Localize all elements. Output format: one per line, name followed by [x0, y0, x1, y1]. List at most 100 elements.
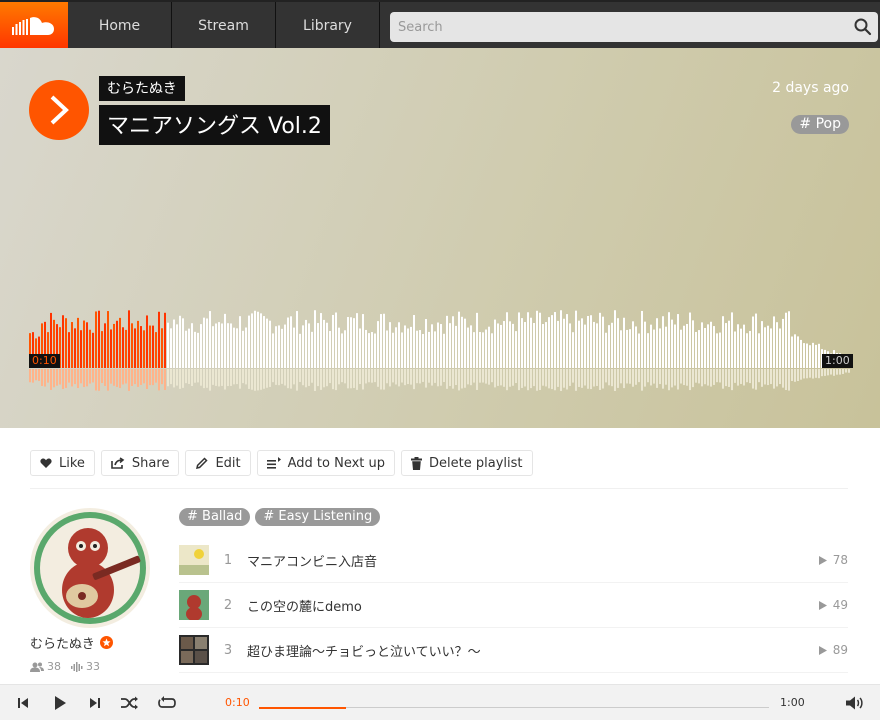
waveform-bar	[521, 318, 523, 368]
soundcloud-logo[interactable]	[0, 2, 68, 50]
previous-button[interactable]	[13, 693, 33, 713]
waveform-bar	[626, 329, 628, 368]
waveform-bar	[791, 336, 793, 368]
waveform-bar	[140, 326, 142, 368]
nav-home[interactable]: Home	[68, 2, 172, 50]
genre-tag[interactable]: # Pop	[791, 115, 849, 134]
waveform-bar	[185, 330, 187, 368]
waveform-bar	[89, 329, 91, 368]
waveform-reflection-bar	[341, 369, 343, 383]
waveform-bar	[668, 312, 670, 368]
waveform-bar	[329, 330, 331, 368]
waveform-bar	[524, 322, 526, 368]
nav-library[interactable]: Library	[276, 2, 380, 50]
shuffle-button[interactable]	[120, 693, 140, 713]
nav-stream[interactable]: Stream	[172, 2, 276, 50]
waveform-reflection-bar	[257, 369, 259, 391]
waveform-bar	[344, 330, 346, 368]
waveform-reflection-bar	[776, 369, 778, 387]
user-avatar[interactable]	[30, 508, 150, 628]
waveform-bar	[641, 310, 643, 368]
repeat-icon	[158, 696, 176, 708]
share-label: Share	[131, 455, 170, 471]
waveform-reflection-bar	[725, 369, 727, 387]
tracks-count[interactable]: 33	[71, 660, 100, 673]
add-to-next-up-button[interactable]: Add to Next up	[256, 450, 396, 476]
waveform-reflection-bar	[791, 369, 793, 381]
waveform-reflection-bar	[506, 369, 508, 391]
waveform-reflection-bar	[146, 369, 148, 389]
waveform-reflection-bar	[449, 369, 451, 387]
playlist-hero: むらたぬき マニアソングス Vol.2 2 days ago # Pop 0:1…	[0, 48, 880, 428]
waveform-bar	[704, 327, 706, 368]
main-nav: Home Stream Library	[68, 2, 380, 50]
track-row[interactable]: 3 超ひま理論〜チョビっと泣いていい？〜 89	[179, 628, 848, 673]
volume-button[interactable]	[845, 693, 865, 713]
play-button[interactable]	[29, 80, 89, 140]
waveform-bar	[569, 323, 571, 368]
next-button[interactable]	[85, 693, 105, 713]
waveform-reflection-bar	[404, 369, 406, 386]
waveform-reflection-bar	[542, 369, 544, 386]
waveform-reflection-bar	[38, 369, 40, 381]
artist-name[interactable]: むらたぬき	[99, 76, 185, 101]
track-row[interactable]: 1 マニアコンビニ入店音 78	[179, 538, 848, 583]
delete-playlist-button[interactable]: Delete playlist	[401, 450, 533, 476]
track-title[interactable]: マニアコンビニ入店音	[247, 551, 819, 570]
tag-ballad[interactable]: # Ballad	[179, 508, 251, 526]
search-button[interactable]	[852, 16, 874, 38]
waveform[interactable]	[29, 298, 851, 393]
search-input[interactable]	[390, 12, 878, 42]
waveform-reflection-bar	[29, 369, 31, 383]
waveform-reflection-bar	[218, 369, 220, 387]
waveform-reflection-bar	[665, 369, 667, 385]
waveform-reflection-bar	[677, 369, 679, 390]
waveform-reflection-bar	[287, 369, 289, 389]
waveform-bar	[95, 311, 97, 368]
waveform-bar	[659, 328, 661, 368]
waveform-reflection-bar	[200, 369, 202, 386]
waveform-reflection-bar	[572, 369, 574, 383]
waveform-bar	[476, 312, 478, 368]
edit-button[interactable]: Edit	[185, 450, 251, 476]
waveform-bar	[440, 324, 442, 368]
waveform-reflection-bar	[713, 369, 715, 385]
progress-bar[interactable]	[259, 706, 769, 709]
waveform-bar	[656, 318, 658, 368]
waveform-reflection-bar	[53, 369, 55, 388]
waveform-reflection-bar	[698, 369, 700, 384]
repeat-button[interactable]	[157, 693, 177, 713]
like-button[interactable]: Like	[30, 450, 95, 476]
waveform-bar	[359, 328, 361, 368]
track-title[interactable]: 超ひま理論〜チョビっと泣いていい？〜	[247, 641, 819, 660]
track-title[interactable]: この空の麓にdemo	[247, 596, 819, 615]
waveform-bar	[296, 311, 298, 368]
waveform-reflection-bar	[317, 369, 319, 387]
track-row[interactable]: 2 この空の麓にdemo 49	[179, 583, 848, 628]
play-pause-button[interactable]	[50, 693, 70, 713]
waveform-bar	[611, 322, 613, 368]
waveform-reflection-bar	[248, 369, 250, 389]
waveform-bar	[77, 317, 79, 368]
waveform-bar	[662, 316, 664, 368]
waveform-reflection-bar	[743, 369, 745, 386]
user-name-link[interactable]: むらたぬき	[30, 633, 113, 652]
waveform-reflection-bar	[584, 369, 586, 386]
waveform-bar	[461, 316, 463, 368]
waveform-reflection-bar	[512, 369, 514, 386]
waveform-reflection-bar	[734, 369, 736, 383]
waveform-bar	[692, 320, 694, 368]
waveform-bar	[533, 322, 535, 368]
waveform-bar	[380, 314, 382, 368]
waveform-reflection-bar	[557, 369, 559, 387]
waveform-reflection-bar	[416, 369, 418, 384]
waveform-bar	[197, 332, 199, 368]
waveform-bar	[557, 320, 559, 368]
waveform-reflection-bar	[605, 369, 607, 383]
tag-easy-listening[interactable]: # Easy Listening	[255, 508, 381, 526]
waveform-reflection-bar	[329, 369, 331, 384]
share-button[interactable]: Share	[100, 450, 180, 476]
waveform-bar	[752, 316, 754, 368]
followers-count[interactable]: 38	[30, 660, 61, 673]
waveform-bar	[563, 318, 565, 368]
